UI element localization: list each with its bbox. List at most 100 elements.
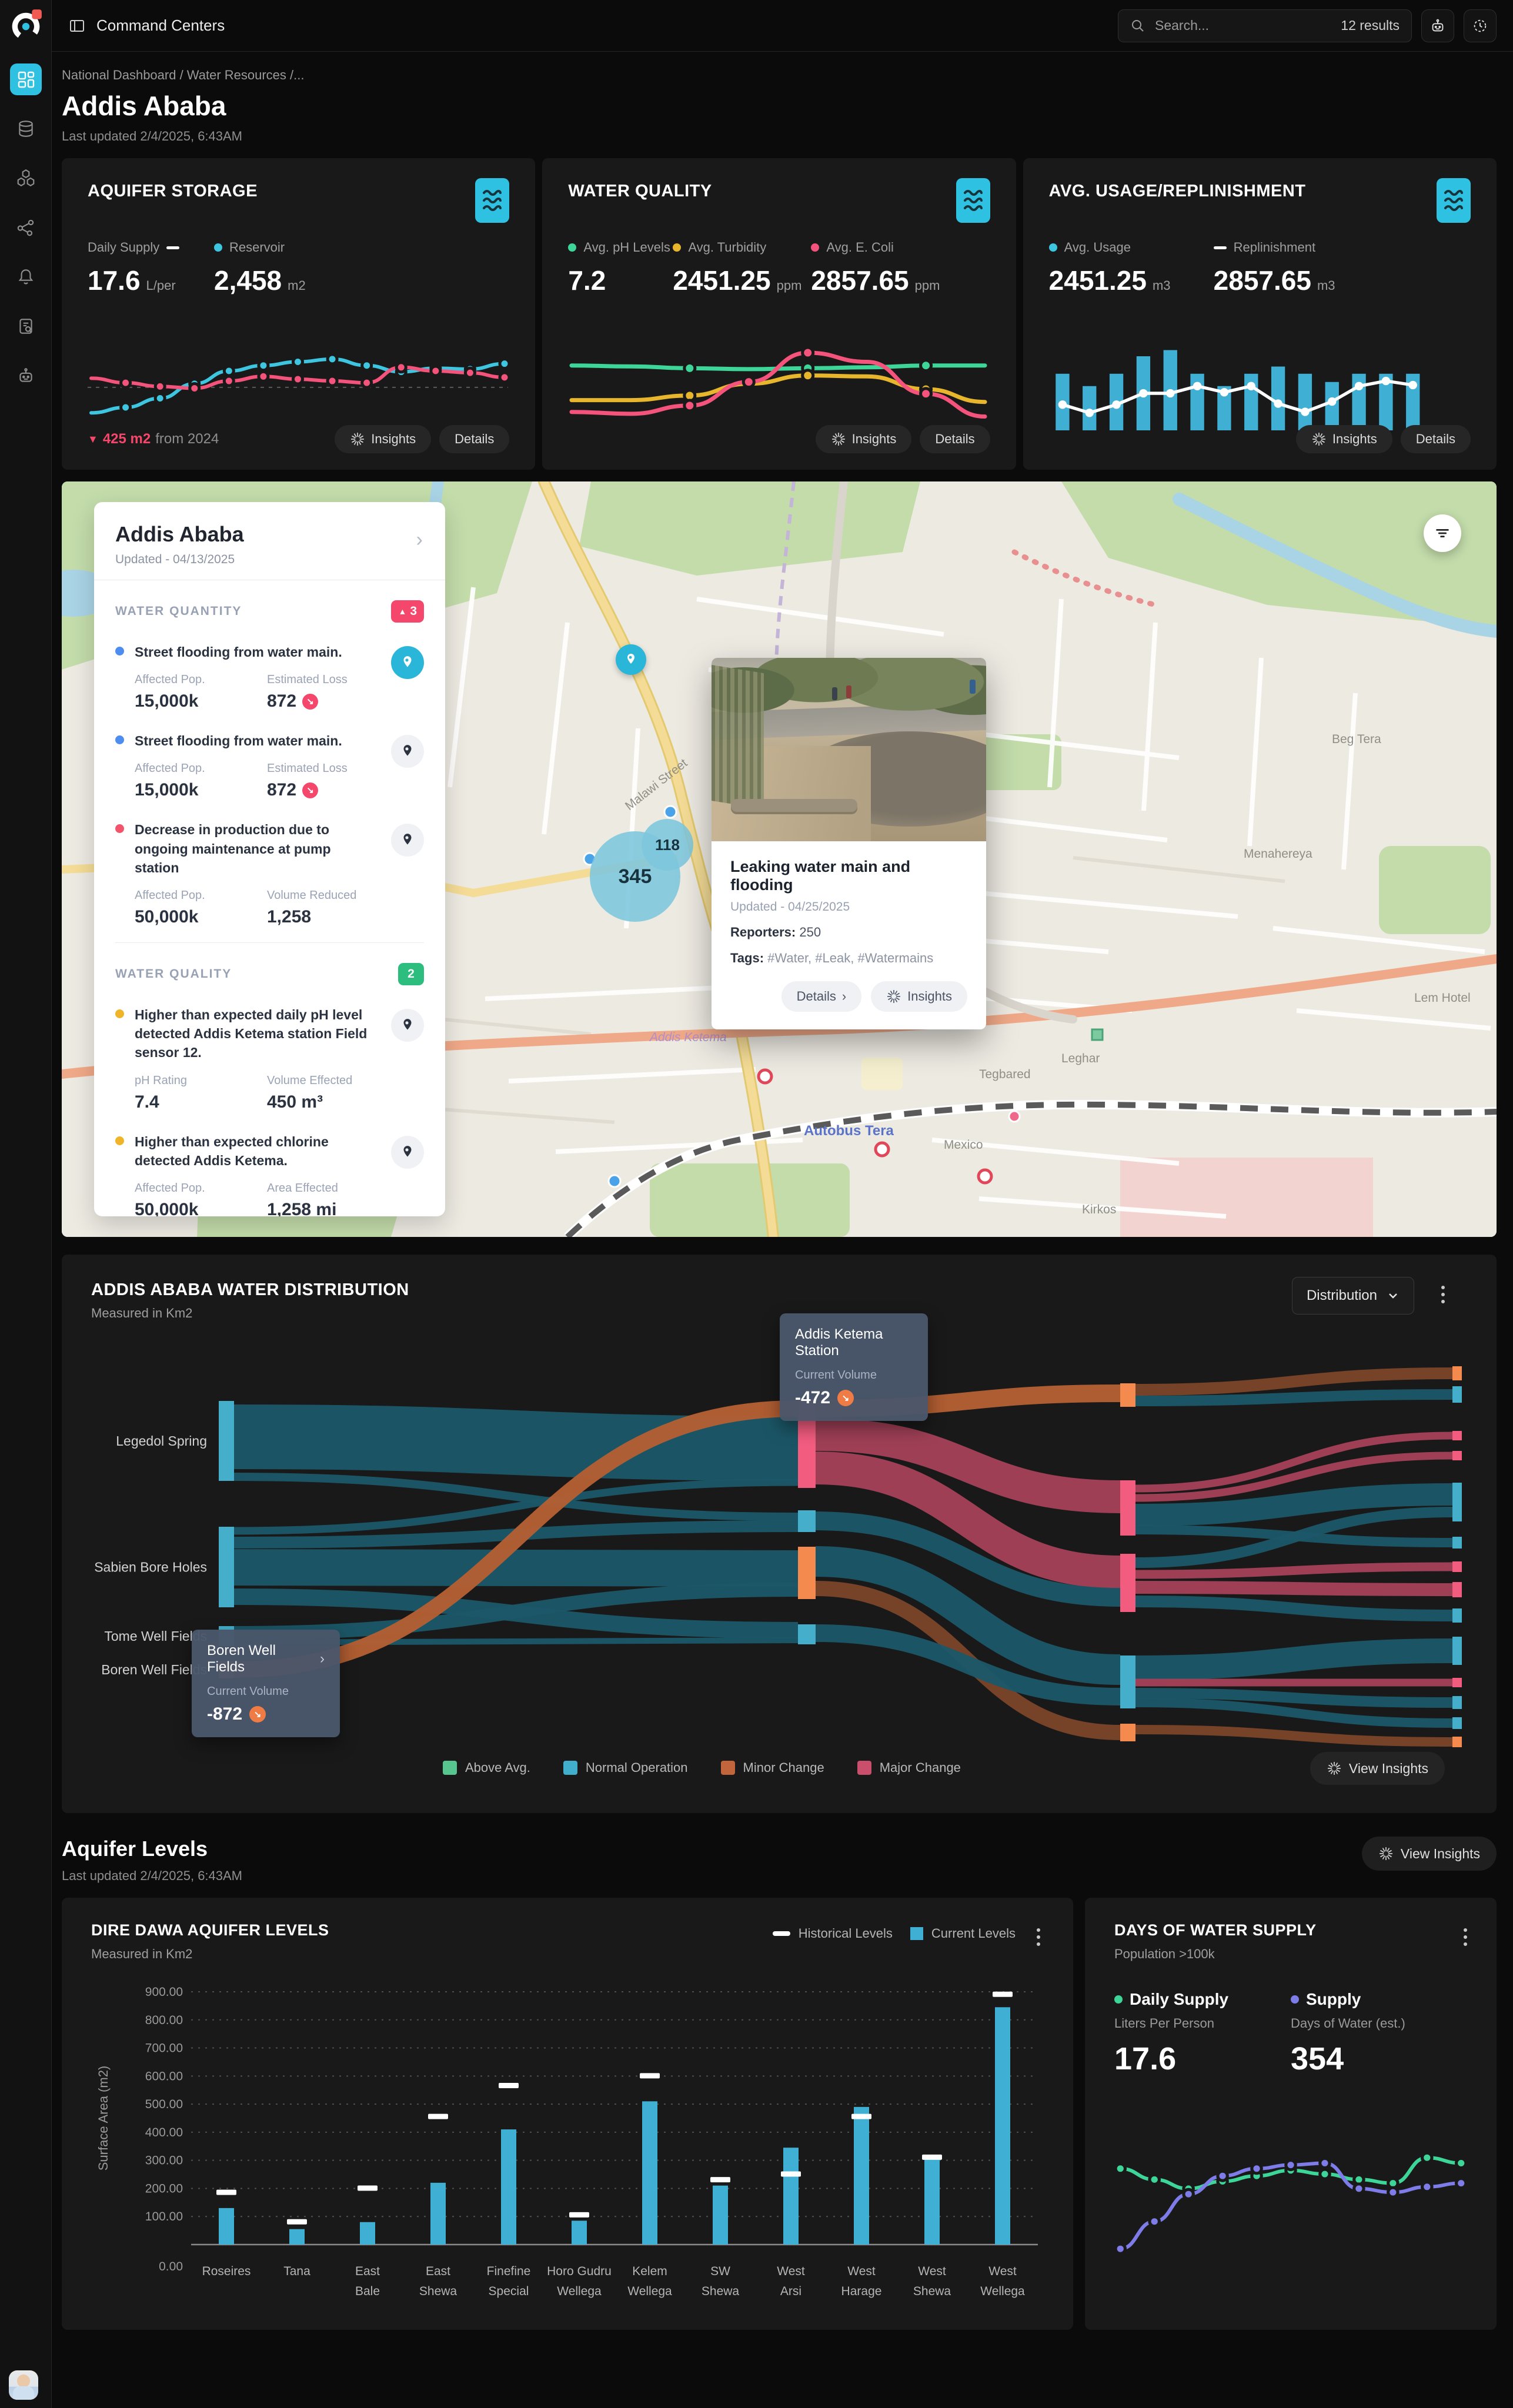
sidebar-item-network[interactable] <box>10 212 42 243</box>
svg-text:400.00: 400.00 <box>145 2126 183 2139</box>
page-title: Addis Ababa <box>62 90 1497 122</box>
breadcrumb[interactable]: National Dashboard / Water Resources /..… <box>62 68 1497 83</box>
count-badge: ▲3 <box>391 600 424 623</box>
incident-location-button[interactable] <box>391 735 424 768</box>
view-insights-button[interactable]: View Insights <box>1310 1752 1445 1785</box>
details-button[interactable]: Details <box>1401 425 1471 453</box>
insights-button[interactable]: Insights <box>335 425 431 453</box>
svg-text:600.00: 600.00 <box>145 2069 183 2083</box>
map-dot-marker[interactable] <box>609 1175 620 1187</box>
card-aquifer-storage: AQUIFER STORAGE Daily Supply17.6L/perRes… <box>62 158 535 470</box>
popup-details-button[interactable]: Details› <box>781 981 862 1012</box>
water-waves-icon <box>956 178 990 223</box>
sidebar-item-dashboard[interactable] <box>10 63 42 95</box>
page-last-updated: Last updated 2/4/2025, 6:43AM <box>62 129 1497 144</box>
user-avatar[interactable] <box>9 2370 38 2400</box>
dot-marker <box>568 243 576 252</box>
status-dot <box>115 647 124 655</box>
card-water-quality: WATER QUALITY Avg. pH Levels7.2Avg. Turb… <box>542 158 1016 470</box>
legend-item: Reservoir2,458m2 <box>214 240 340 296</box>
sidebar-item-assistant[interactable] <box>10 360 42 392</box>
svg-text:Special: Special <box>489 2285 529 2298</box>
map-section[interactable]: Malawi StreetSomalia StreetAddis KetemaA… <box>62 481 1497 1237</box>
aquifer-levels-header: Aquifer Levels Last updated 2/4/2025, 6:… <box>62 1837 1497 1884</box>
history-clock-icon <box>1471 17 1489 35</box>
card-days-of-water-supply: DAYS OF WATER SUPPLY Population >100k Da… <box>1085 1898 1497 2330</box>
svg-text:East: East <box>355 2265 380 2278</box>
map-cluster-118[interactable]: 118 <box>642 819 693 871</box>
incident-location-button[interactable] <box>391 1136 424 1169</box>
chart-legend: Daily Supply Liters Per Person17.6Supply… <box>1114 1990 1467 2077</box>
svg-text:Kelem: Kelem <box>632 2265 667 2278</box>
legend-item: Daily Supply17.6L/per <box>88 240 214 296</box>
sidebar-item-audit[interactable] <box>10 310 42 342</box>
incident-location-button[interactable] <box>391 1009 424 1042</box>
card-subtitle: Population >100k <box>1114 1947 1467 1962</box>
network-icon <box>16 218 36 238</box>
change-indicator: ▼ 425 m2 from 2024 <box>88 431 219 447</box>
map-dot-marker[interactable] <box>1009 1111 1020 1122</box>
history-button[interactable] <box>1464 9 1497 42</box>
location-pin-icon <box>400 832 415 848</box>
sidebar-item-notifications[interactable] <box>10 261 42 293</box>
incident-location-button[interactable] <box>391 824 424 857</box>
sankey-tooltip-addis-ketema: Addis Ketema Station Current Volume -472… <box>780 1313 928 1421</box>
dot-marker <box>214 243 222 252</box>
svg-text:West: West <box>988 2265 1017 2278</box>
svg-text:Shewa: Shewa <box>419 2285 457 2298</box>
map-pin-selected[interactable] <box>616 644 646 675</box>
legend-item: Normal Operation <box>563 1760 688 1775</box>
svg-text:SW: SW <box>710 2265 730 2278</box>
svg-text:Wellega: Wellega <box>980 2285 1025 2298</box>
card-subtitle: Measured in Km2 <box>91 1947 329 1962</box>
map-alert-marker[interactable] <box>876 1143 889 1156</box>
details-button[interactable]: Details <box>439 425 509 453</box>
chevron-right-icon[interactable]: › <box>320 1651 325 1667</box>
up-triangle-icon: ▲ <box>398 607 406 616</box>
section-menu-button[interactable] <box>1435 1285 1451 1304</box>
search-icon <box>1130 18 1145 34</box>
dashboard-grid-icon <box>16 70 35 89</box>
map-alert-marker[interactable] <box>759 1070 771 1083</box>
search-input[interactable] <box>1154 17 1332 34</box>
dash-marker <box>1214 246 1227 249</box>
svg-text:900.00: 900.00 <box>145 1986 183 1999</box>
sparkle-icon <box>1378 1846 1394 1861</box>
incident-location-button[interactable] <box>391 646 424 679</box>
sidebar-item-database[interactable] <box>10 113 42 145</box>
svg-text:West: West <box>847 2265 876 2278</box>
chevron-right-icon: › <box>842 989 846 1004</box>
card-title: WATER QUALITY <box>568 182 990 201</box>
map-filter-button[interactable] <box>1424 514 1461 552</box>
chevron-right-icon[interactable]: › <box>413 528 426 552</box>
map-label: Tegbared <box>979 1068 1031 1081</box>
svg-text:Surface Area (m2): Surface Area (m2) <box>96 2066 111 2171</box>
map-label: Beg Tera <box>1332 733 1381 746</box>
sparkle-icon <box>886 989 901 1004</box>
section-header: WATER QUANTITY▲3 <box>115 600 424 623</box>
assistant-button[interactable] <box>1421 9 1454 42</box>
svg-text:Harage: Harage <box>841 2285 882 2298</box>
panel-toggle-icon[interactable] <box>68 17 86 35</box>
location-pin-icon <box>624 653 638 667</box>
view-insights-button[interactable]: View Insights <box>1362 1837 1497 1871</box>
sidebar-item-models[interactable] <box>10 162 42 194</box>
card-menu-button[interactable] <box>1460 1926 1471 1947</box>
details-button[interactable]: Details <box>920 425 990 453</box>
section-subtitle: Measured in Km2 <box>91 1306 1467 1321</box>
down-right-arrow-icon: ↘ <box>837 1390 854 1406</box>
dot-marker <box>811 243 819 252</box>
usage-chart <box>1049 327 1427 430</box>
map-dot-marker[interactable] <box>664 806 676 818</box>
insights-button[interactable]: Insights <box>816 425 912 453</box>
popup-tags: Tags: #Water, #Leak, #Watermains <box>730 951 967 966</box>
card-menu-button[interactable] <box>1033 1926 1044 1947</box>
map-alert-marker[interactable] <box>978 1170 991 1183</box>
search-bar[interactable]: 12 results <box>1118 9 1412 42</box>
map-label: Autobus Tera <box>804 1123 894 1139</box>
popup-insights-button[interactable]: Insights <box>871 981 967 1012</box>
map-label: Addis Ketema <box>649 1031 727 1044</box>
insights-button[interactable]: Insights <box>1296 425 1392 453</box>
svg-text:Finefine: Finefine <box>487 2265 531 2278</box>
distribution-dropdown[interactable]: Distribution <box>1292 1277 1414 1315</box>
